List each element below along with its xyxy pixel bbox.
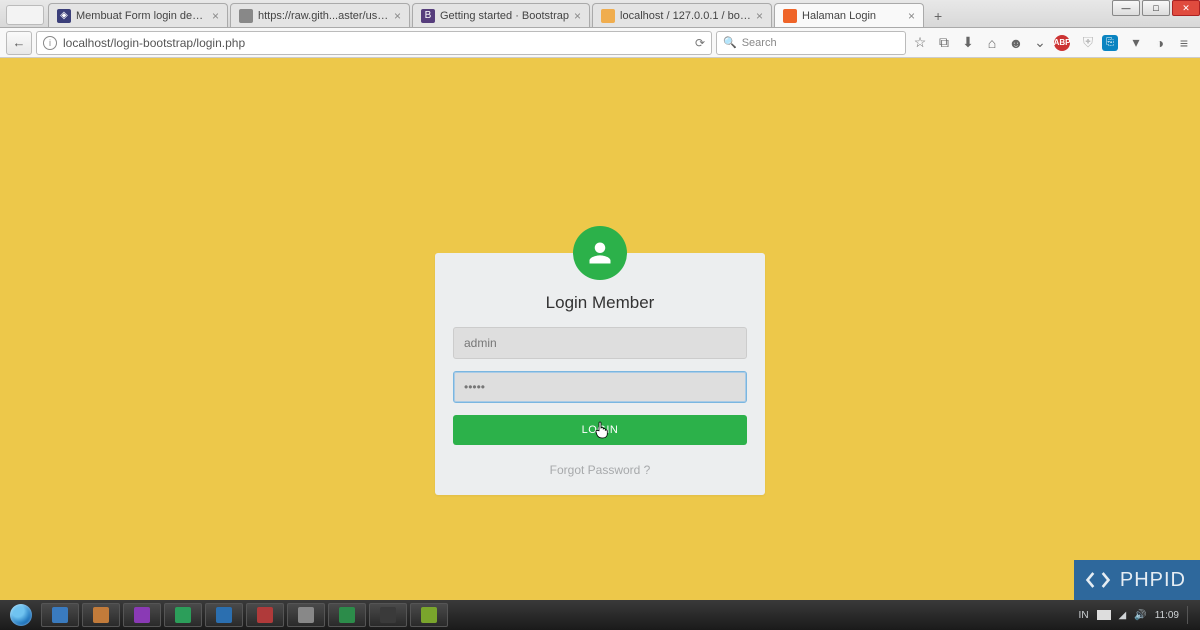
avatar-icon — [573, 226, 627, 280]
login-card: Login Member LOGIN Forgot Password ? — [435, 253, 765, 495]
url-input[interactable]: i localhost/login-bootstrap/login.php ⟳ — [36, 31, 712, 55]
reader-icon[interactable]: ⧉ — [934, 34, 954, 51]
username-input[interactable] — [453, 327, 747, 359]
shield-icon[interactable]: ⛨ — [1078, 34, 1098, 51]
tab-close-icon[interactable]: × — [394, 9, 401, 23]
site-info-icon[interactable]: i — [43, 36, 57, 50]
favicon-icon — [783, 9, 797, 23]
language-indicator[interactable]: IN — [1079, 610, 1089, 621]
address-toolbar: ← i localhost/login-bootstrap/login.php … — [0, 28, 1200, 58]
bookmark-star-icon[interactable]: ☆ — [910, 34, 930, 51]
tab-label: Halaman Login — [802, 10, 903, 22]
downloads-icon[interactable]: ⬇ — [958, 34, 978, 51]
taskbar-app[interactable] — [41, 603, 79, 627]
favicon-icon: ◈ — [57, 9, 71, 23]
forgot-password-link[interactable]: Forgot Password ? — [453, 463, 747, 477]
search-placeholder: Search — [742, 37, 777, 49]
back-button[interactable]: ← — [6, 31, 32, 55]
login-button[interactable]: LOGIN — [453, 415, 747, 445]
system-tray: IN ◢ 🔊 11:09 — [1079, 606, 1196, 624]
start-button[interactable] — [4, 602, 38, 628]
login-title: Login Member — [453, 293, 747, 313]
page-viewport: Login Member LOGIN Forgot Password ? PHP… — [0, 58, 1200, 600]
tab-label: Membuat Form login deng... — [76, 10, 207, 22]
taskbar-app[interactable] — [205, 603, 243, 627]
browser-tab[interactable]: localhost / 127.0.0.1 / boot... × — [592, 3, 772, 27]
clock[interactable]: 11:09 — [1155, 610, 1179, 621]
close-button[interactable]: ✕ — [1172, 0, 1200, 16]
url-text: localhost/login-bootstrap/login.php — [63, 36, 245, 50]
dropdown-icon[interactable]: ▾ — [1126, 34, 1146, 51]
search-icon: 🔍 — [723, 36, 737, 49]
browser-tab[interactable]: https://raw.gith...aster/users.sql × — [230, 3, 410, 27]
minimize-button[interactable]: — — [1112, 0, 1140, 16]
browser-tab[interactable]: B Getting started · Bootstrap × — [412, 3, 590, 27]
hamburger-menu-icon[interactable]: ≡ — [1174, 35, 1194, 51]
tab-label: localhost / 127.0.0.1 / boot... — [620, 10, 751, 22]
profile-icon[interactable]: ◑ — [1150, 35, 1170, 51]
pocket-icon[interactable]: ⌄ — [1030, 34, 1050, 51]
home-icon[interactable]: ⌂ — [982, 35, 1002, 51]
taskbar-app[interactable] — [369, 603, 407, 627]
code-icon — [1084, 566, 1112, 594]
favicon-icon — [239, 9, 253, 23]
new-tab-button[interactable]: + — [926, 5, 950, 27]
windows-taskbar: IN ◢ 🔊 11:09 — [0, 600, 1200, 630]
window-controls: — □ ✕ — [1080, 0, 1200, 18]
browser-tab[interactable]: Halaman Login × — [774, 3, 924, 27]
show-desktop-button[interactable] — [1187, 606, 1188, 624]
network-icon[interactable]: ◢ — [1119, 610, 1127, 621]
tab-close-icon[interactable]: × — [212, 9, 219, 23]
reload-button[interactable]: ⟳ — [695, 36, 705, 50]
tab-close-icon[interactable]: × — [908, 9, 915, 23]
password-input[interactable] — [453, 371, 747, 403]
browser-tab-strip: ◈ Membuat Form login deng... × https://r… — [0, 0, 1200, 28]
abp-icon[interactable]: ABP — [1054, 35, 1074, 51]
taskbar-app[interactable] — [328, 603, 366, 627]
taskbar-app[interactable] — [246, 603, 284, 627]
taskbar-app[interactable] — [82, 603, 120, 627]
taskbar-app[interactable] — [123, 603, 161, 627]
volume-icon[interactable]: 🔊 — [1134, 610, 1146, 621]
hello-icon[interactable]: ☻ — [1006, 35, 1026, 51]
taskbar-app[interactable] — [164, 603, 202, 627]
tab-close-icon[interactable]: × — [574, 9, 581, 23]
browser-tab[interactable]: ◈ Membuat Form login deng... × — [48, 3, 228, 27]
search-input[interactable]: 🔍 Search — [716, 31, 906, 55]
maximize-button[interactable]: □ — [1142, 0, 1170, 16]
tab-label: Getting started · Bootstrap — [440, 10, 569, 22]
favicon-icon: B — [421, 9, 435, 23]
taskbar-app[interactable] — [287, 603, 325, 627]
taskbar-app[interactable] — [410, 603, 448, 627]
tab-label: https://raw.gith...aster/users.sql — [258, 10, 389, 22]
phpid-watermark: PHPID — [1074, 560, 1200, 600]
flag-icon[interactable] — [1097, 610, 1111, 620]
onetab-icon[interactable]: ⎘ — [1102, 35, 1122, 51]
phpid-text: PHPID — [1120, 569, 1186, 592]
cursor-pointer-icon — [594, 421, 610, 442]
favicon-icon — [601, 9, 615, 23]
tab-close-icon[interactable]: × — [756, 9, 763, 23]
